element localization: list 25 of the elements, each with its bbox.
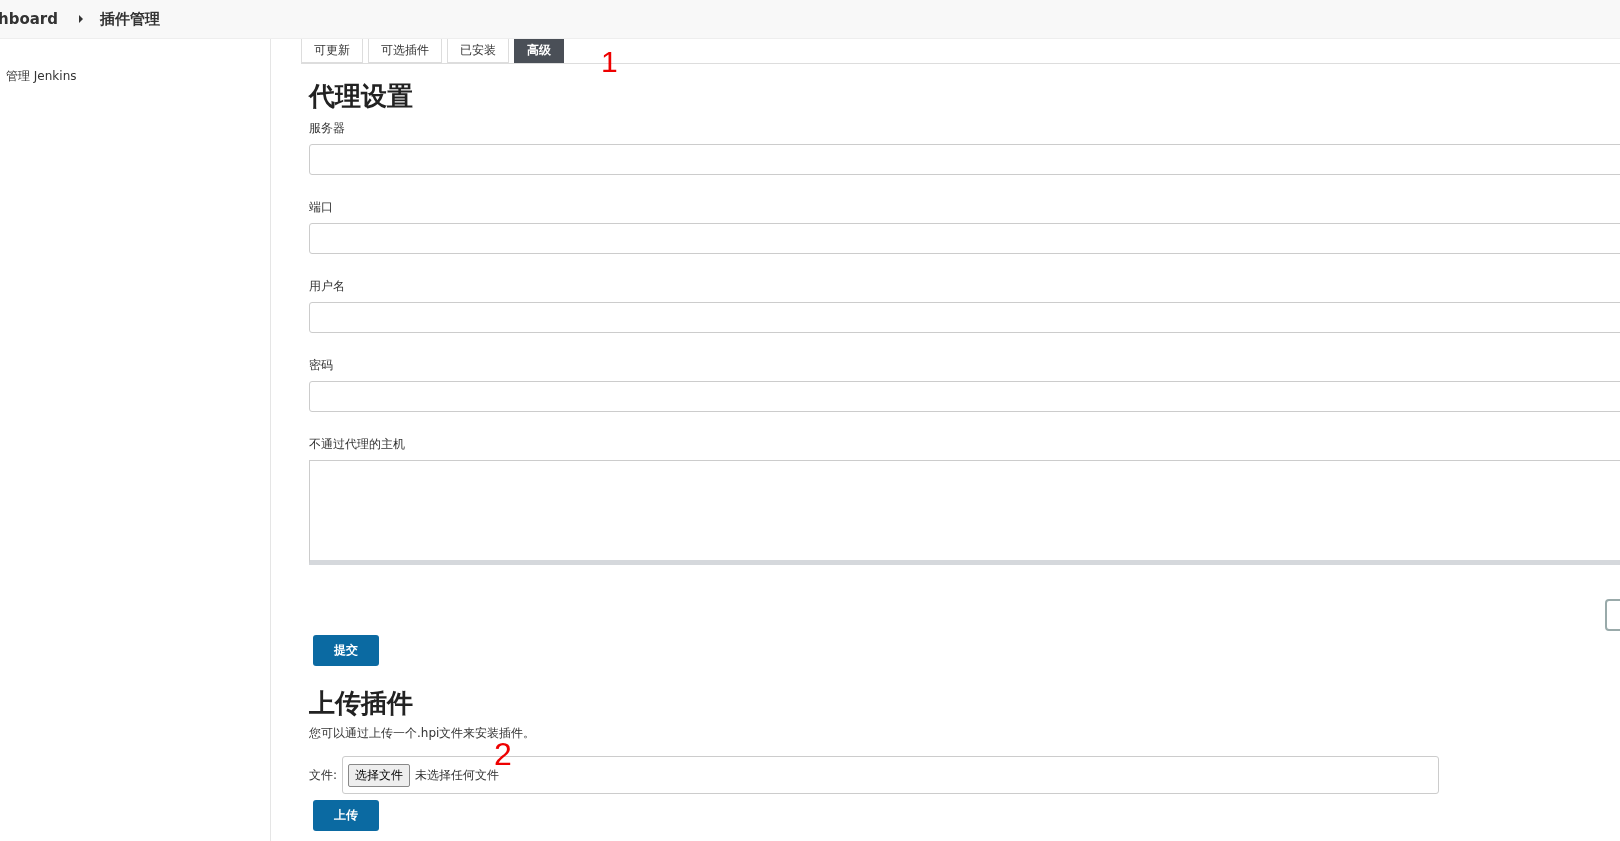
- field-label: 服务器: [309, 120, 346, 138]
- submit-button[interactable]: 提交: [313, 635, 379, 667]
- caret-icon: [78, 15, 84, 23]
- field-label: 用户名: [309, 278, 346, 296]
- sidebar-item[interactable]: 管理 Jenkins: [0, 68, 270, 85]
- section-heading: 代理设置: [309, 81, 414, 113]
- input-field[interactable]: [309, 381, 1620, 413]
- breadcrumb-link[interactable]: hboard: [0, 10, 58, 28]
- tab[interactable]: 已安装: [447, 39, 509, 63]
- breadcrumb-link[interactable]: 插件管理: [100, 9, 160, 29]
- section-heading: 上传插件: [309, 688, 414, 720]
- upload-button[interactable]: 上传: [313, 800, 379, 832]
- tab[interactable]: 可更新: [301, 39, 363, 63]
- choose-file-button[interactable]: 选择文件: [348, 763, 411, 787]
- input-field[interactable]: [309, 144, 1620, 176]
- text-area[interactable]: [309, 460, 1620, 566]
- field-label: 密码: [309, 357, 334, 375]
- field-label: 文件:: [309, 766, 338, 784]
- field-label: 不通过代理的主机: [309, 436, 406, 454]
- input-field[interactable]: [309, 223, 1620, 255]
- field-label: 端口: [309, 199, 334, 217]
- tab[interactable]: 高级: [514, 39, 564, 63]
- annotation-number: 1: [601, 47, 618, 77]
- tab[interactable]: 可选插件: [368, 39, 442, 63]
- input-field[interactable]: [309, 302, 1620, 334]
